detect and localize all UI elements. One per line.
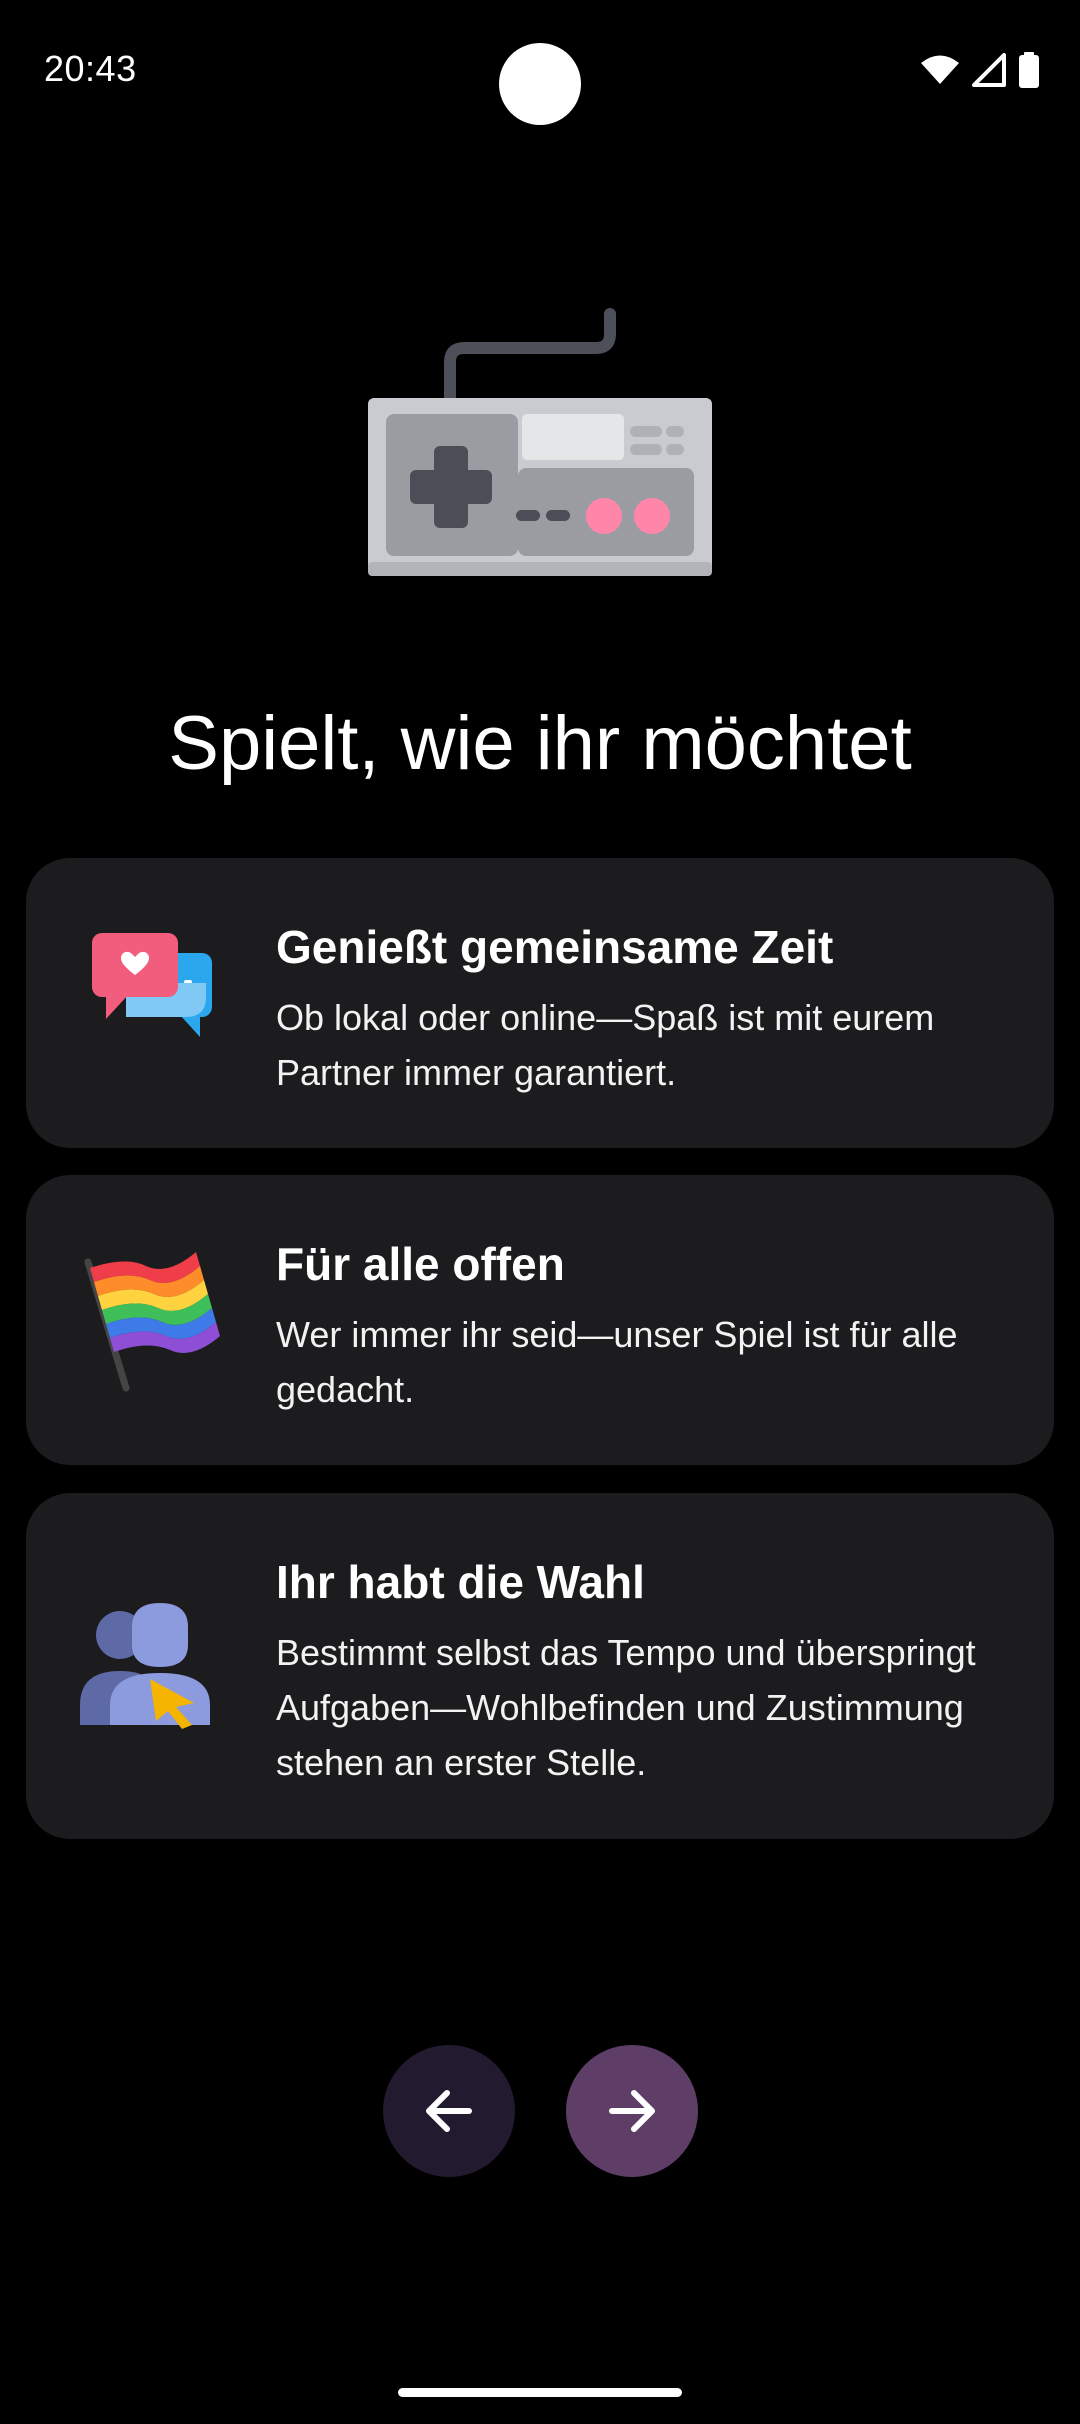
feature-text: Genießt gemeinsame Zeit Ob lokal oder on… — [276, 920, 1014, 1100]
feature-card-open-to-all: Für alle offen Wer immer ihr seid—unser … — [26, 1175, 1054, 1465]
gamepad-icon — [368, 308, 712, 576]
home-indicator[interactable] — [398, 2388, 682, 2397]
feature-text: Für alle offen Wer immer ihr seid—unser … — [276, 1237, 1014, 1417]
feature-text: Ihr habt die Wahl Bestimmt selbst das Te… — [276, 1555, 1014, 1790]
feature-description: Ob lokal oder online—Spaß ist mit eurem … — [276, 997, 935, 1093]
battery-icon — [1019, 52, 1039, 88]
users-cursor-icon — [80, 1603, 210, 1729]
status-time: 20:43 — [44, 48, 137, 89]
camera-cutout — [499, 43, 581, 125]
feature-title: Ihr habt die Wahl — [276, 1556, 645, 1608]
status-bar: 20:43 — [0, 0, 1080, 140]
feature-card-shared-time: Genießt gemeinsame Zeit Ob lokal oder on… — [26, 858, 1054, 1148]
arrow-right-icon — [609, 2090, 655, 2132]
rainbow-flag-icon — [84, 1252, 220, 1392]
feature-card-your-choice: Ihr habt die Wahl Bestimmt selbst das Te… — [26, 1493, 1054, 1839]
chat-bubbles-icon — [92, 933, 212, 1037]
status-icons — [920, 52, 1040, 88]
feature-title: Für alle offen — [276, 1238, 565, 1290]
arrow-left-icon — [426, 2090, 472, 2132]
back-button[interactable] — [383, 2045, 515, 2177]
feature-title: Genießt gemeinsame Zeit — [276, 921, 834, 973]
feature-description: Wer immer ihr seid—unser Spiel ist für a… — [276, 1314, 958, 1410]
feature-description: Bestimmt selbst das Tempo und überspring… — [276, 1632, 976, 1783]
signal-icon — [972, 53, 1006, 87]
page-title: Spielt, wie ihr möchtet — [168, 701, 912, 786]
next-button[interactable] — [566, 2045, 698, 2177]
wifi-icon — [921, 55, 959, 84]
